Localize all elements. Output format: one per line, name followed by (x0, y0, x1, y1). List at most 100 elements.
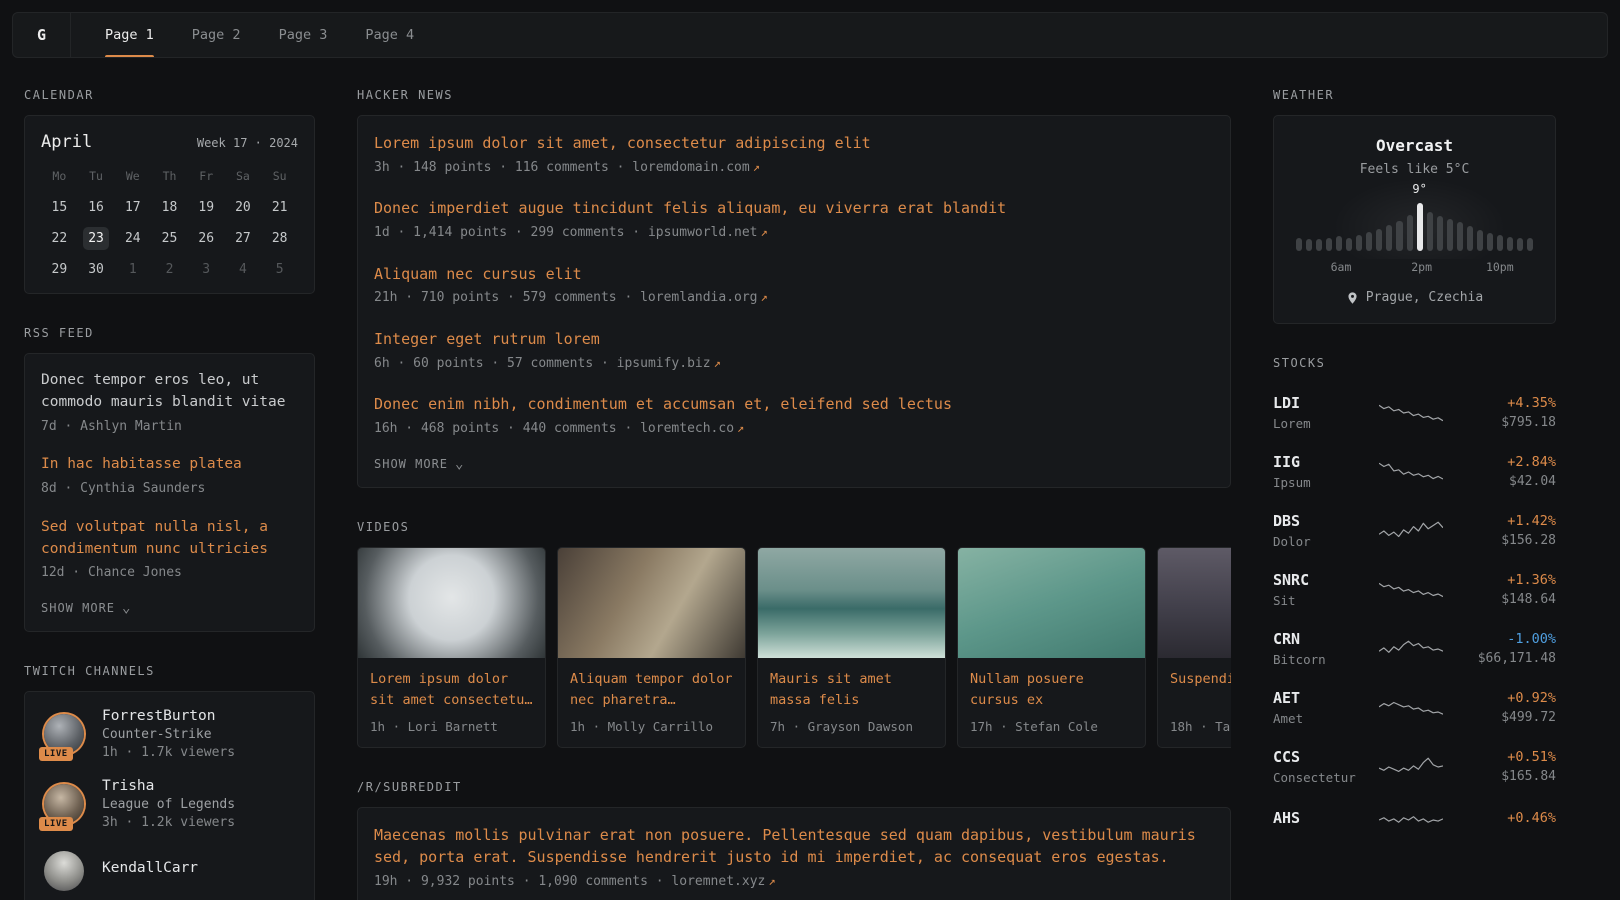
stock-row[interactable]: LDI Lorem +4.35% $795.18 (1273, 383, 1556, 442)
stock-row[interactable]: AET Amet +0.92% $499.72 (1273, 678, 1556, 737)
weather-time-label: 2pm (1411, 260, 1432, 274)
subreddit-item-link[interactable]: Maecenas mollis pulvinar erat non posuer… (374, 824, 1214, 869)
video-thumbnail (958, 548, 1145, 658)
stock-symbol: LDI (1273, 394, 1369, 412)
video-meta: 18h · Tara (1158, 717, 1231, 747)
stock-values: +0.51% $165.84 (1501, 749, 1556, 784)
rss-section-title: RSS FEED (24, 326, 315, 340)
rss-item-meta: 12d · Chance Jones (41, 564, 298, 583)
channel-meta: 3h · 1.2k viewers (102, 815, 235, 830)
stock-symbol: DBS (1273, 512, 1369, 530)
hackernews-item-domain-link[interactable]: ipsumify.biz (617, 356, 711, 371)
weather-bar (1457, 222, 1463, 251)
stock-sparkline (1379, 459, 1443, 485)
twitch-channel-row[interactable]: LIVE ForrestBurton Counter-Strike 1h · 1… (41, 708, 298, 760)
stock-change: +1.42% (1507, 513, 1556, 529)
video-card[interactable]: Suspendisse diam 18h · Tara (1157, 547, 1231, 748)
video-title: Suspendisse diam (1158, 658, 1231, 696)
hackernews-item-meta: 21h · 710 points · 579 comments · loreml… (374, 289, 1214, 308)
app-logo[interactable]: G (13, 13, 71, 57)
stock-sparkline (1379, 518, 1443, 544)
stock-values: -1.00% $66,171.48 (1478, 631, 1556, 666)
page-tab[interactable]: Page 3 (279, 13, 328, 57)
hackernews-show-more-button[interactable]: SHOW MORE ⌄ (374, 457, 464, 471)
stock-symbol: CRN (1273, 630, 1369, 648)
twitch-channel-row[interactable]: LIVE KendallCarr (41, 848, 298, 894)
stock-identity: AHS (1273, 809, 1369, 831)
stock-row[interactable]: DBS Dolor +1.42% $156.28 (1273, 501, 1556, 560)
calendar-header: April Week 17 · 2024 (41, 132, 298, 152)
hackernews-item-link[interactable]: Integer eget rutrum lorem (374, 328, 1214, 351)
hackernews-item-stats: 3h · 148 points · 116 comments · (374, 160, 624, 175)
stock-symbol: SNRC (1273, 571, 1369, 589)
video-card[interactable]: Nullam posuere cursus ex 17h · Stefan Co… (957, 547, 1146, 748)
hackernews-item-link[interactable]: Donec enim nibh, condimentum et accumsan… (374, 393, 1214, 416)
rss-item: Donec tempor eros leo, ut commodo mauris… (41, 370, 298, 436)
weather-bar (1346, 238, 1352, 251)
calendar-day: 5 (261, 258, 298, 281)
hackernews-item-domain-link[interactable]: ipsumworld.net (648, 225, 758, 240)
rss-show-more-button[interactable]: SHOW MORE ⌄ (41, 601, 131, 615)
calendar-day: 4 (225, 258, 262, 281)
stock-identity: IIG Ipsum (1273, 453, 1369, 490)
stock-row[interactable]: AHS +0.46% (1273, 796, 1556, 844)
rss-item-link[interactable]: Donec tempor eros leo, ut commodo mauris… (41, 370, 298, 414)
subreddit-section-title: /R/SUBREDDIT (357, 780, 1231, 794)
stock-row[interactable]: SNRC Sit +1.36% $148.64 (1273, 560, 1556, 619)
calendar-month-label: April (41, 132, 92, 152)
rss-item-link[interactable]: In hac habitasse platea (41, 454, 298, 476)
hackernews-item-meta: 6h · 60 points · 57 comments · ipsumify.… (374, 355, 1214, 374)
left-column: CALENDAR April Week 17 · 2024 MoTuWeThFr… (24, 88, 315, 900)
stock-row[interactable]: CRN Bitcorn -1.00% $66,171.48 (1273, 619, 1556, 678)
weather-bar (1356, 235, 1362, 251)
calendar-day: 19 (188, 196, 225, 219)
video-list: Lorem ipsum dolor sit amet consectetu… 1… (357, 547, 1231, 748)
hackernews-item-domain-link[interactable]: loremdomain.com (632, 160, 749, 175)
calendar-day: 18 (151, 196, 188, 219)
stock-name: Lorem (1273, 416, 1369, 431)
subreddit-item-domain-link[interactable]: loremnet.xyz (671, 874, 765, 889)
stock-change: +1.36% (1507, 572, 1556, 588)
stock-identity: LDI Lorem (1273, 394, 1369, 431)
weather-card: Overcast Feels like 5°C 9° 6am2pm10pm Pr… (1273, 115, 1556, 324)
twitch-channel-row[interactable]: LIVE Trisha League of Legends 3h · 1.2k … (41, 778, 298, 830)
hackernews-item-link[interactable]: Lorem ipsum dolor sit amet, consectetur … (374, 132, 1214, 155)
twitch-channel-list: LIVE ForrestBurton Counter-Strike 1h · 1… (41, 708, 298, 894)
stock-symbol: IIG (1273, 453, 1369, 471)
calendar-weekday-label: Tu (78, 169, 115, 183)
stock-price: $66,171.48 (1478, 651, 1556, 666)
page-tab[interactable]: Page 1 (105, 13, 154, 57)
rss-show-more-label: SHOW MORE (41, 601, 115, 615)
weather-time-label: 10pm (1486, 260, 1514, 274)
avatar-wrapper: LIVE (41, 848, 87, 894)
page-tab[interactable]: Page 4 (365, 13, 414, 57)
stock-row[interactable]: IIG Ipsum +2.84% $42.04 (1273, 442, 1556, 501)
stock-price: $42.04 (1509, 474, 1556, 489)
weather-temp-label: 9° (1412, 182, 1426, 196)
hackernews-show-more-label: SHOW MORE (374, 457, 448, 471)
hackernews-item-domain-link[interactable]: loremtech.co (640, 421, 734, 436)
subreddit-item-meta: 19h · 9,932 points · 1,090 comments · lo… (374, 873, 1214, 892)
stock-change: +2.84% (1507, 454, 1556, 470)
calendar-widget: CALENDAR April Week 17 · 2024 MoTuWeThFr… (24, 88, 315, 294)
channel-info: Trisha League of Legends 3h · 1.2k viewe… (102, 778, 235, 830)
stock-sparkline (1379, 636, 1443, 662)
stock-sparkline (1379, 754, 1443, 780)
stock-row[interactable]: CCS Consectetur +0.51% $165.84 (1273, 737, 1556, 796)
video-card[interactable]: Aliquam tempor dolor nec pharetra… 1h · … (557, 547, 746, 748)
page-tab[interactable]: Page 2 (192, 13, 241, 57)
video-card[interactable]: Mauris sit amet massa felis 7h · Grayson… (757, 547, 946, 748)
video-card[interactable]: Lorem ipsum dolor sit amet consectetu… 1… (357, 547, 546, 748)
external-link-icon: ↗ (768, 874, 775, 888)
calendar-weekday-label: We (114, 169, 151, 183)
stock-change: +0.51% (1507, 749, 1556, 765)
external-link-icon: ↗ (761, 225, 768, 239)
stock-name: Amet (1273, 711, 1369, 726)
hackernews-item-link[interactable]: Donec imperdiet augue tincidunt felis al… (374, 197, 1214, 220)
rss-item-meta: 7d · Ashlyn Martin (41, 418, 298, 437)
hackernews-item-stats: 1d · 1,414 points · 299 comments · (374, 225, 640, 240)
rss-item-link[interactable]: Sed volutpat nulla nisl, a condimentum n… (41, 517, 298, 561)
hackernews-item-domain-link[interactable]: loremlandia.org (640, 290, 757, 305)
hackernews-item-link[interactable]: Aliquam nec cursus elit (374, 263, 1214, 286)
weather-hourly-chart: 9° 6am2pm10pm (1296, 203, 1533, 275)
